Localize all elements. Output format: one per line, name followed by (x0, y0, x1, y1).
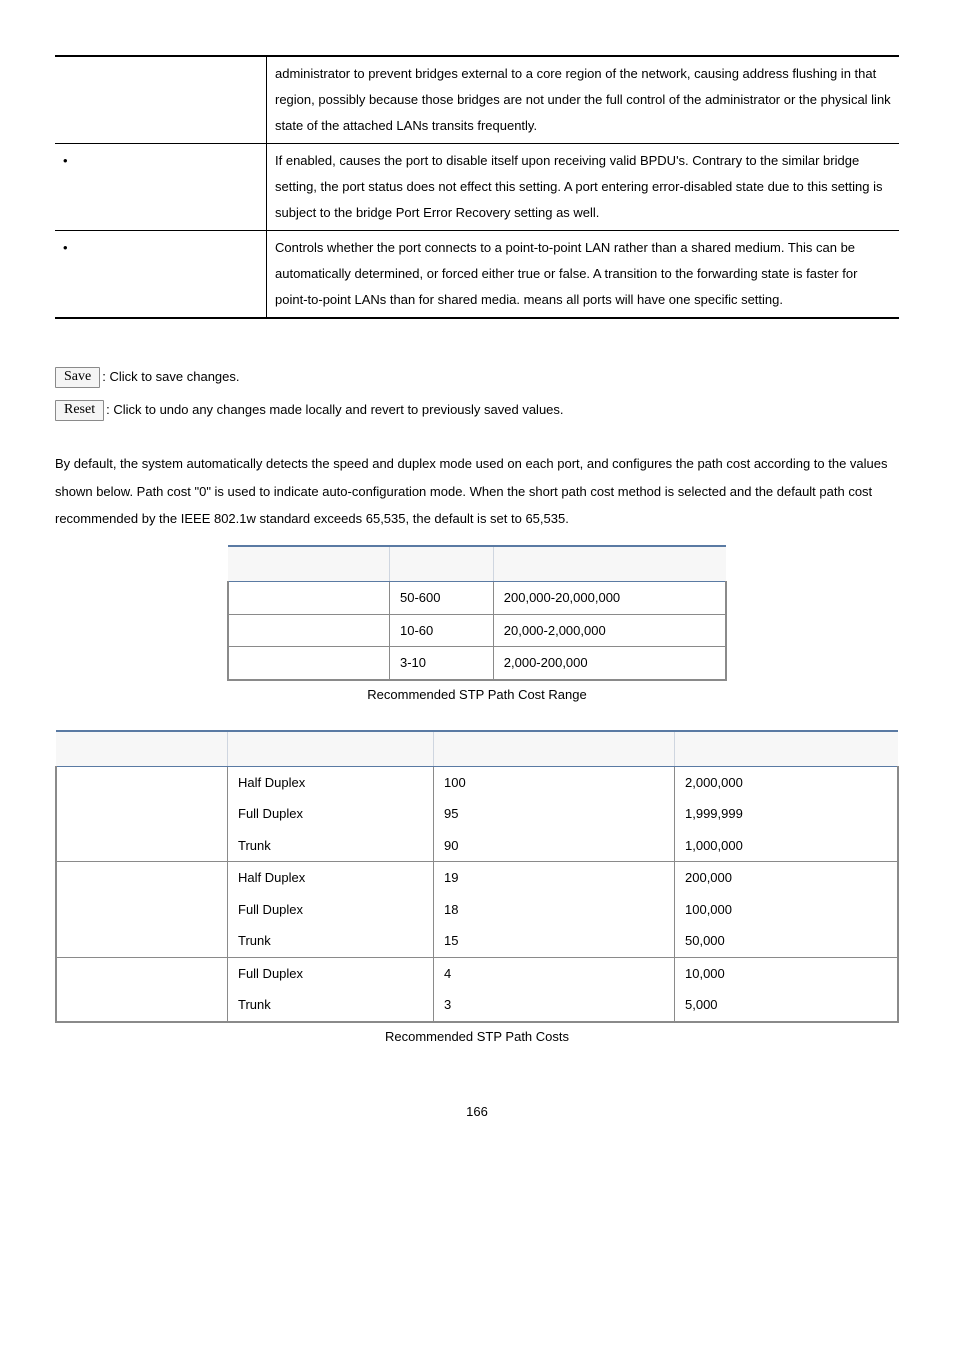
cell: Half Duplex (228, 766, 434, 798)
cell: 3 (434, 989, 675, 1022)
cell: Half Duplex (228, 862, 434, 894)
cell: 95 (434, 798, 675, 830)
cell (56, 766, 228, 798)
cell (56, 957, 228, 989)
cell: 19 (434, 862, 675, 894)
col-header (228, 731, 434, 767)
row-label (55, 56, 267, 144)
table-row: • If enabled, causes the port to disable… (55, 144, 899, 231)
table-row: Full Duplex 4 10,000 (56, 957, 898, 989)
cell (56, 798, 228, 830)
cell: 10-60 (390, 614, 494, 647)
row-text: Controls whether the port connects to a … (267, 231, 900, 319)
cell: 15 (434, 925, 675, 957)
table-row: Trunk 15 50,000 (56, 925, 898, 957)
table-row: Full Duplex 18 100,000 (56, 894, 898, 926)
table-row: Half Duplex 19 200,000 (56, 862, 898, 894)
cell: 1,999,999 (675, 798, 899, 830)
cell: Full Duplex (228, 957, 434, 989)
cell: 3-10 (390, 647, 494, 680)
cell: 100,000 (675, 894, 899, 926)
save-button[interactable]: Save (55, 367, 100, 388)
cell: 200,000 (675, 862, 899, 894)
row-text: administrator to prevent bridges externa… (267, 56, 900, 144)
cell: Full Duplex (228, 798, 434, 830)
cell: 200,000-20,000,000 (493, 582, 726, 615)
col-header (434, 731, 675, 767)
cell (56, 830, 228, 862)
table-row: 3-10 2,000-200,000 (228, 647, 726, 680)
save-description: : Click to save changes. (102, 365, 239, 390)
cell: Trunk (228, 925, 434, 957)
description-table: administrator to prevent bridges externa… (55, 55, 899, 319)
range-table-caption: Recommended STP Path Cost Range (55, 687, 899, 702)
table-row: Half Duplex 100 2,000,000 (56, 766, 898, 798)
cell: 100 (434, 766, 675, 798)
cell (228, 647, 390, 680)
cell: 50-600 (390, 582, 494, 615)
cell: Full Duplex (228, 894, 434, 926)
table-row: Full Duplex 95 1,999,999 (56, 798, 898, 830)
path-cost-range-table: 50-600 200,000-20,000,000 10-60 20,000-2… (227, 545, 727, 681)
col-header (493, 546, 726, 582)
col-header (675, 731, 899, 767)
cell: 90 (434, 830, 675, 862)
cell (56, 894, 228, 926)
table-row: Trunk 3 5,000 (56, 989, 898, 1022)
table-header-row (56, 731, 898, 767)
cell: 2,000,000 (675, 766, 899, 798)
cell (56, 989, 228, 1022)
table-row: Trunk 90 1,000,000 (56, 830, 898, 862)
cell: 10,000 (675, 957, 899, 989)
table-row: 10-60 20,000-2,000,000 (228, 614, 726, 647)
save-row: Save : Click to save changes. (55, 365, 899, 390)
costs-table-caption: Recommended STP Path Costs (55, 1029, 899, 1044)
col-header (56, 731, 228, 767)
table-row: 50-600 200,000-20,000,000 (228, 582, 726, 615)
cell: 1,000,000 (675, 830, 899, 862)
body-paragraph: By default, the system automatically det… (55, 450, 899, 532)
row-label: • (55, 231, 267, 319)
buttons-section: Save : Click to save changes. Reset : Cl… (55, 365, 899, 422)
cell: Trunk (228, 989, 434, 1022)
cell (56, 925, 228, 957)
cell: Trunk (228, 830, 434, 862)
reset-button[interactable]: Reset (55, 400, 104, 421)
table-row: administrator to prevent bridges externa… (55, 56, 899, 144)
cell (56, 862, 228, 894)
cell: 4 (434, 957, 675, 989)
cell: 20,000-2,000,000 (493, 614, 726, 647)
table-row: • Controls whether the port connects to … (55, 231, 899, 319)
cell: 2,000-200,000 (493, 647, 726, 680)
cell (228, 614, 390, 647)
col-header (390, 546, 494, 582)
row-text: If enabled, causes the port to disable i… (267, 144, 900, 231)
col-header (228, 546, 390, 582)
reset-row: Reset : Click to undo any changes made l… (55, 398, 899, 423)
row-label: • (55, 144, 267, 231)
path-costs-table: Half Duplex 100 2,000,000 Full Duplex 95… (55, 730, 899, 1023)
reset-description: : Click to undo any changes made locally… (106, 398, 563, 423)
cell (228, 582, 390, 615)
cell: 50,000 (675, 925, 899, 957)
page-number: 166 (55, 1104, 899, 1119)
table-header-row (228, 546, 726, 582)
cell: 18 (434, 894, 675, 926)
cell: 5,000 (675, 989, 899, 1022)
